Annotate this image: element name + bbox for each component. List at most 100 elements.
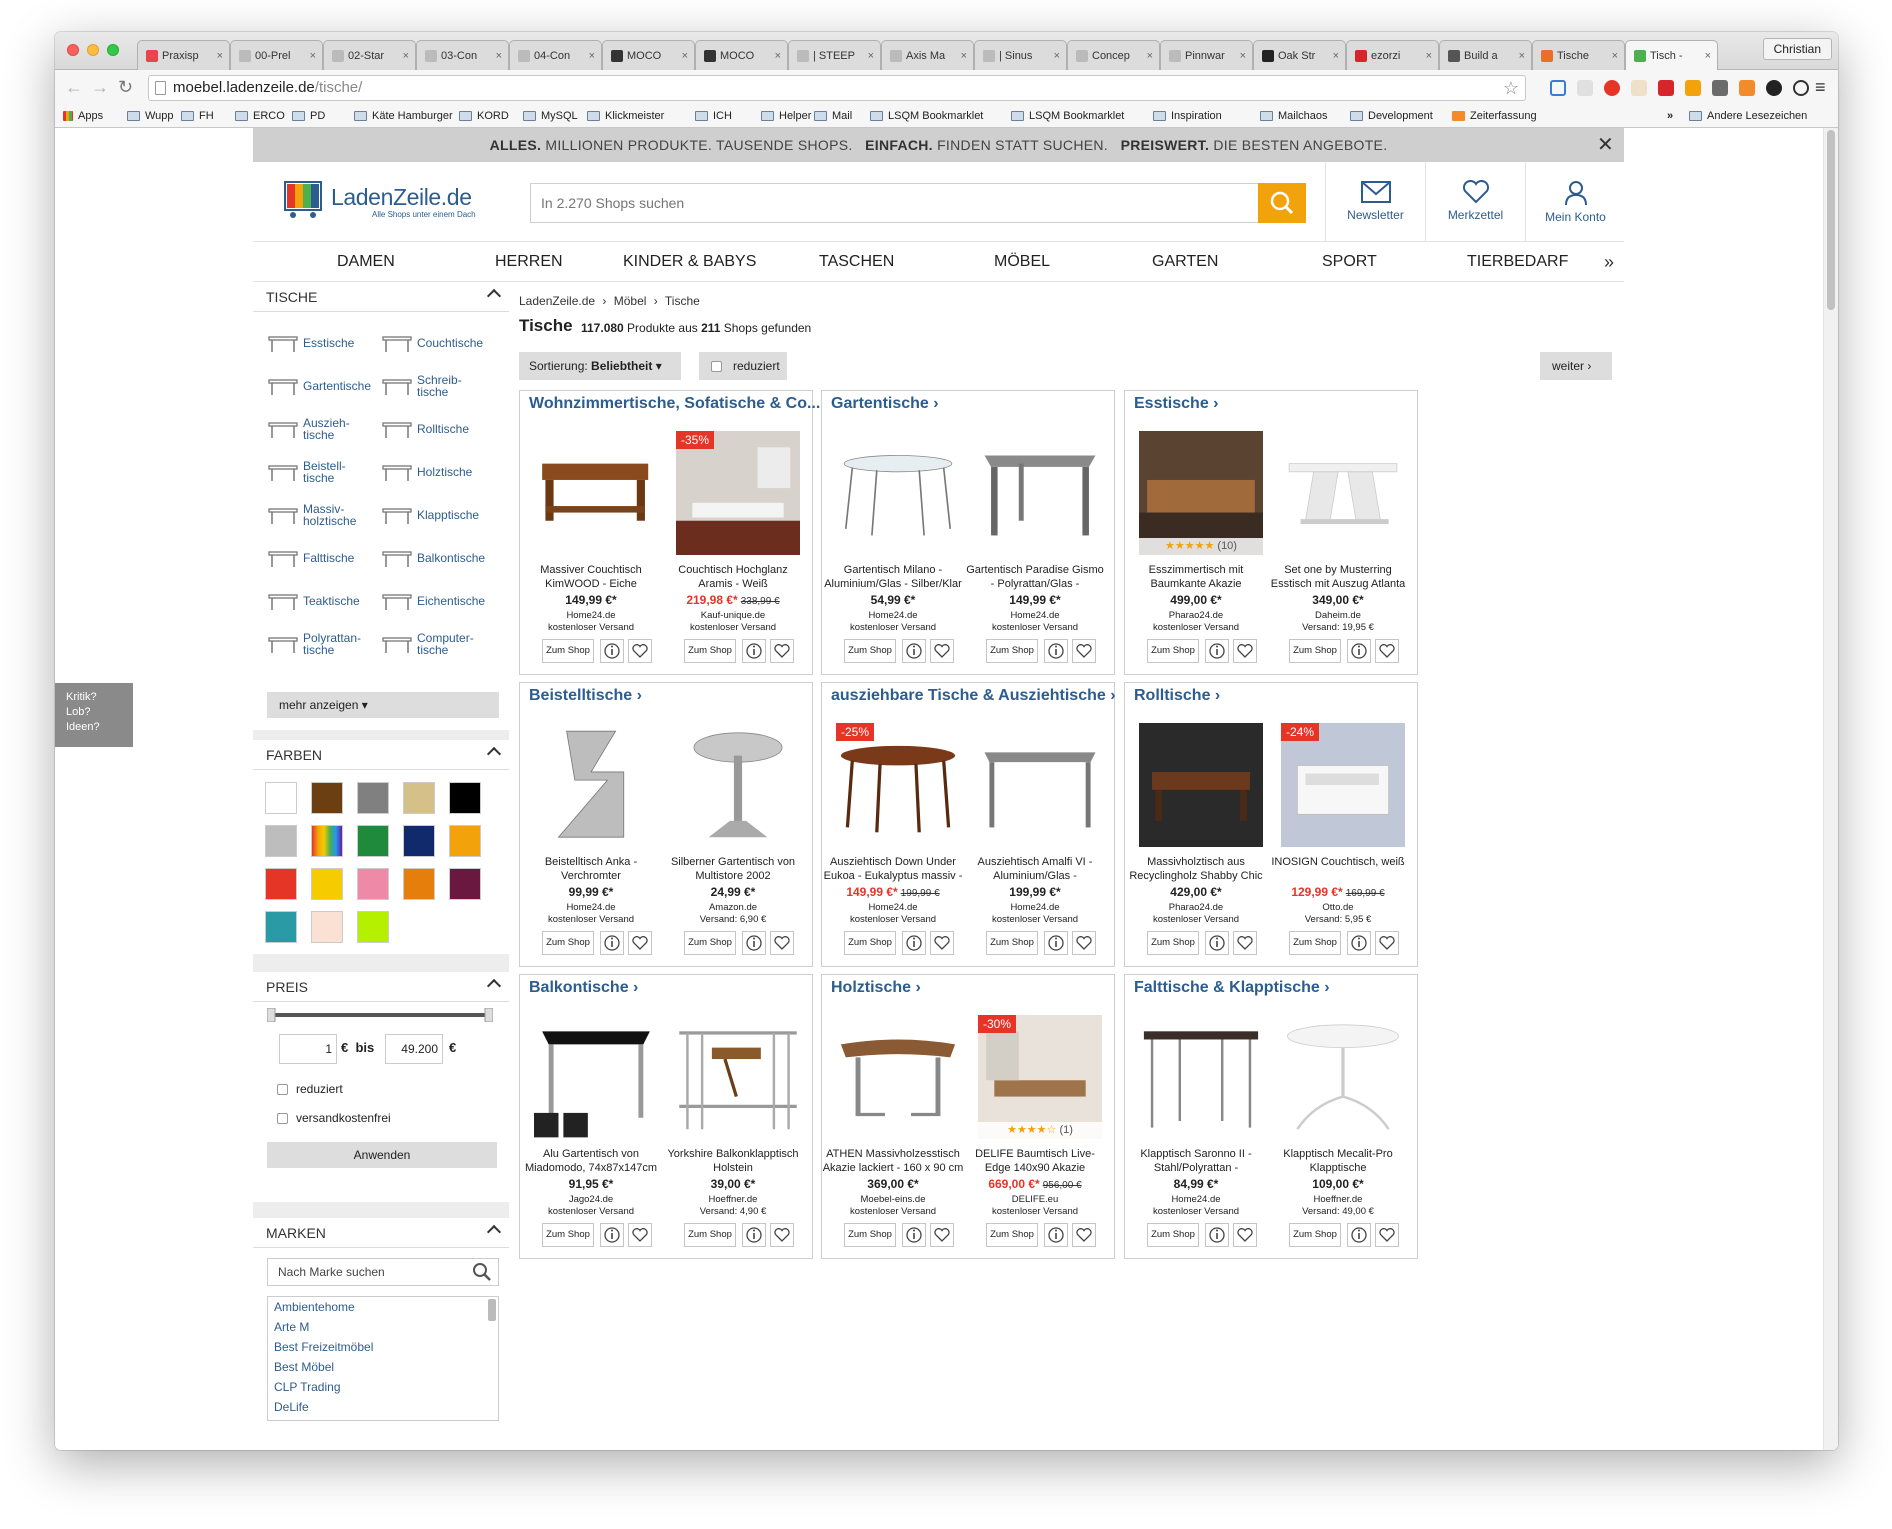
extension-icon[interactable] <box>1604 80 1620 96</box>
category-card-title[interactable]: Wohnzimmertische, Sofatische & Co... › <box>529 395 863 413</box>
color-swatch[interactable] <box>403 868 435 900</box>
maximize-window-button[interactable] <box>107 44 119 56</box>
wishlist-button[interactable] <box>1072 931 1096 955</box>
page-scrollbar[interactable] <box>1823 128 1838 1450</box>
product-name[interactable]: Massiver Couchtisch KimWOOD - Eiche <box>520 563 662 591</box>
bookmark-folder[interactable]: ICH <box>695 110 732 122</box>
extension-icon[interactable] <box>1658 80 1674 96</box>
table-category-link[interactable]: Schreib-tische <box>381 373 462 399</box>
bookmark-folder[interactable]: LSQM Bookmarklet <box>870 110 983 122</box>
merkzettel-button[interactable]: Merkzettel <box>1425 162 1525 242</box>
close-tab-icon[interactable]: × <box>1054 50 1060 62</box>
category-card-title[interactable]: Beistelltische › <box>529 687 863 705</box>
info-button[interactable] <box>1205 639 1229 663</box>
info-button[interactable] <box>742 639 766 663</box>
color-swatch[interactable] <box>265 825 297 857</box>
wishlist-button[interactable] <box>1072 639 1096 663</box>
logo[interactable]: LadenZeile.de Alle Shops unter einem Dac… <box>283 180 483 226</box>
browser-tab[interactable]: MOCO × <box>602 40 695 70</box>
color-swatch[interactable] <box>403 825 435 857</box>
color-swatch[interactable] <box>311 868 343 900</box>
zum-shop-button[interactable]: Zum Shop <box>844 931 896 955</box>
search-button[interactable] <box>1258 183 1306 223</box>
info-button[interactable] <box>1044 931 1068 955</box>
color-swatch[interactable] <box>265 782 297 814</box>
product-image[interactable]: -30% ★★★★☆ (1) <box>978 1015 1102 1139</box>
color-swatch[interactable] <box>449 868 481 900</box>
product-name[interactable]: DELIFE Baumtisch Live-Edge 140x90 Akazie <box>964 1147 1106 1175</box>
back-icon[interactable]: ← <box>65 78 83 96</box>
filter-marken-header[interactable]: MARKEN <box>253 1218 509 1248</box>
newsletter-button[interactable]: Newsletter <box>1325 162 1425 242</box>
scrollbar-thumb[interactable] <box>1827 130 1835 310</box>
price-slider[interactable] <box>267 1008 493 1022</box>
sort-dropdown[interactable]: Sortierung: Beliebtheit ▾ <box>519 352 681 380</box>
close-window-button[interactable] <box>67 44 79 56</box>
browser-tab[interactable]: | Sinus × <box>974 40 1067 70</box>
brand-item[interactable]: Best Möbel <box>268 1357 498 1377</box>
info-button[interactable] <box>902 639 926 663</box>
info-button[interactable] <box>902 931 926 955</box>
table-category-link[interactable]: Auszieh-tische <box>267 416 350 442</box>
product-name[interactable]: Klapptisch Mecalit-Pro Klapptische <box>1267 1147 1409 1175</box>
table-category-link[interactable]: Computer-tische <box>381 631 474 657</box>
bookmark-folder[interactable]: FH <box>181 110 214 122</box>
product-image[interactable] <box>1139 1015 1263 1139</box>
more-button[interactable]: mehr anzeigen ▾ <box>267 692 499 718</box>
wishlist-button[interactable] <box>770 639 794 663</box>
info-button[interactable] <box>1205 931 1229 955</box>
table-category-link[interactable]: Eichentische <box>381 588 485 614</box>
zum-shop-button[interactable]: Zum Shop <box>986 931 1038 955</box>
account-button[interactable]: Mein Konto <box>1525 162 1625 242</box>
info-button[interactable] <box>600 1223 624 1247</box>
product-image[interactable] <box>978 431 1102 555</box>
address-bar[interactable]: moebel.ladenzeile.de/tische/ ☆ <box>148 75 1526 101</box>
close-tab-icon[interactable]: × <box>961 50 967 62</box>
zum-shop-button[interactable]: Zum Shop <box>684 931 736 955</box>
brand-item[interactable]: Best Freizeitmöbel <box>268 1337 498 1357</box>
feedback-tab[interactable]: Kritik? Lob? Ideen? <box>55 683 133 747</box>
product-image[interactable] <box>978 723 1102 847</box>
wishlist-button[interactable] <box>1233 1223 1257 1247</box>
browser-tab[interactable]: Concep × <box>1067 40 1160 70</box>
product-image[interactable] <box>1281 1015 1405 1139</box>
bookmark-folder[interactable]: MySQL <box>523 110 578 122</box>
browser-tab[interactable]: Build a × <box>1439 40 1532 70</box>
color-swatch[interactable] <box>357 911 389 943</box>
brand-item[interactable]: CLP Trading <box>268 1377 498 1397</box>
bookmark-folder[interactable]: Mailchaos <box>1260 110 1328 122</box>
brand-item[interactable]: Ambientehome <box>268 1297 498 1317</box>
product-image[interactable] <box>836 1015 960 1139</box>
bookmark-folder[interactable]: Inspiration <box>1153 110 1222 122</box>
bookmark-folder[interactable]: Wupp <box>127 110 174 122</box>
profile-button[interactable]: Christian <box>1762 38 1832 60</box>
info-button[interactable] <box>600 931 624 955</box>
brand-list-scrollbar[interactable] <box>488 1299 496 1321</box>
close-tab-icon[interactable]: × <box>868 50 874 62</box>
table-category-link[interactable]: Gartentische <box>267 373 371 399</box>
color-swatch[interactable] <box>265 911 297 943</box>
color-swatch[interactable] <box>311 782 343 814</box>
wishlist-button[interactable] <box>770 1223 794 1247</box>
wishlist-button[interactable] <box>628 931 652 955</box>
wishlist-button[interactable] <box>1072 1223 1096 1247</box>
nav-more-icon[interactable]: » <box>1594 242 1624 282</box>
bookmarks-overflow-icon[interactable]: » <box>1667 110 1673 122</box>
wishlist-button[interactable] <box>1375 1223 1399 1247</box>
category-card-title[interactable]: Gartentische › <box>831 395 1165 413</box>
zum-shop-button[interactable]: Zum Shop <box>684 639 736 663</box>
product-image[interactable]: -25% <box>836 723 960 847</box>
wishlist-button[interactable] <box>1233 639 1257 663</box>
product-image[interactable] <box>534 431 658 555</box>
bookmark-folder[interactable]: Development <box>1350 110 1433 122</box>
product-name[interactable]: Ausziehtisch Down Under Eukoa - Eukalypt… <box>822 855 964 883</box>
browser-tab[interactable]: ezorzi × <box>1346 40 1439 70</box>
nav-herren[interactable]: HERREN <box>495 242 563 282</box>
bookmark-folder[interactable]: Andere Lesezeichen <box>1689 110 1807 122</box>
extension-icon[interactable] <box>1550 80 1566 96</box>
table-category-link[interactable]: Falttische <box>267 545 354 571</box>
product-name[interactable]: Gartentisch Paradise Gismo - Polyrattan/… <box>964 563 1106 591</box>
table-category-link[interactable]: Balkontische <box>381 545 485 571</box>
brand-item[interactable]: Arte M <box>268 1317 498 1337</box>
nav-moebel[interactable]: MÖBEL <box>994 242 1050 282</box>
